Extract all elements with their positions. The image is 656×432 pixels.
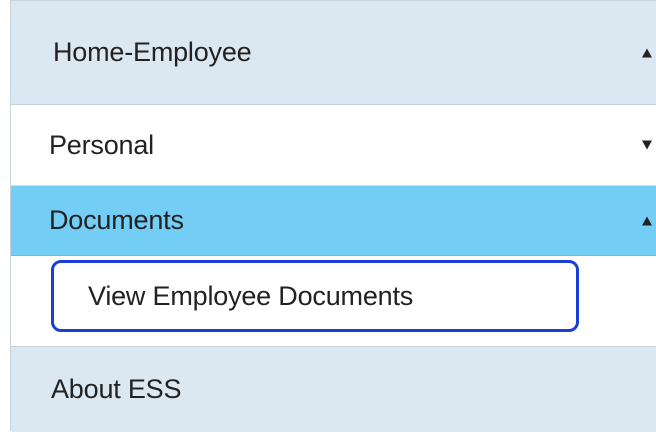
menu-item-label: Documents	[49, 205, 184, 235]
menu-item-label: Home-Employee	[53, 37, 252, 67]
menu-item-documents[interactable]: Documents	[11, 186, 656, 256]
menu-item-label: About ESS	[51, 374, 182, 404]
menu-item-label: Personal	[49, 129, 154, 160]
menu-item-personal[interactable]: Personal	[11, 105, 656, 186]
menu-item-home-employee[interactable]: Home-Employee	[11, 1, 656, 105]
submenu-container-documents: View Employee Documents	[11, 256, 656, 346]
caret-up-icon	[642, 216, 652, 225]
sidebar-menu: Home-Employee Personal Documents View Em…	[10, 0, 656, 432]
submenu-item-label: View Employee Documents	[88, 280, 414, 311]
caret-up-icon	[642, 48, 652, 57]
caret-down-icon	[642, 140, 652, 150]
menu-item-about-ess[interactable]: About ESS	[11, 346, 656, 432]
submenu-item-view-employee-documents[interactable]: View Employee Documents	[51, 260, 579, 332]
